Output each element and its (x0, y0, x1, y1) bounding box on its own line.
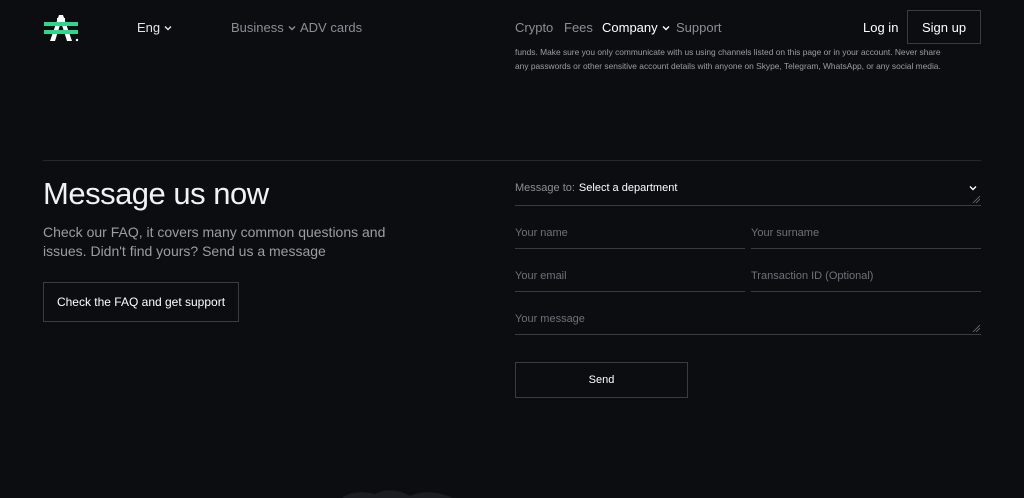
nav-business[interactable]: Business (231, 20, 296, 35)
nav-company-label: Company (602, 20, 658, 35)
nav-business-label: Business (231, 20, 284, 35)
email-input[interactable]: Your email (515, 270, 745, 292)
nav-support[interactable]: Support (676, 20, 722, 35)
nav-adv-cards[interactable]: ADV cards (300, 20, 362, 35)
signup-button[interactable]: Sign up (907, 10, 981, 44)
login-link[interactable]: Log in (863, 20, 898, 35)
department-value: Select a department (578, 182, 678, 194)
nav-support-label: Support (676, 20, 722, 35)
language-label: Eng (137, 20, 161, 35)
nav-fees-label: Fees (564, 20, 593, 35)
chevron-down-icon (662, 25, 670, 30)
page: Eng Business ADV cards Crypto Fees Compa… (0, 0, 1024, 498)
message-placeholder: Your message (515, 313, 585, 325)
nav-company[interactable]: Company (602, 20, 670, 35)
transaction-id-placeholder: Transaction ID (Optional) (751, 270, 874, 282)
send-button[interactable]: Send (515, 362, 688, 398)
nav-fees[interactable]: Fees (564, 20, 593, 35)
name-input[interactable]: Your name (515, 227, 745, 249)
nav-crypto-label: Crypto (515, 20, 554, 35)
security-warning: funds. Make sure you only communicate wi… (515, 49, 985, 77)
signup-label: Sign up (921, 19, 967, 35)
page-title: Message us now (43, 176, 269, 211)
department-label: Message to: (515, 182, 575, 194)
world-map-decoration (341, 490, 454, 498)
resize-handle-icon[interactable] (972, 324, 980, 332)
resize-handle-icon[interactable] (972, 195, 980, 203)
warning-line-2: any passwords or other sensitive account… (515, 61, 941, 71)
nav-adv-cards-label: ADV cards (300, 20, 363, 35)
faq-support-button[interactable]: Check the FAQ and get support (43, 282, 239, 322)
section-divider (43, 160, 981, 161)
warning-line-1: funds. Make sure you only communicate wi… (515, 49, 941, 57)
chevron-down-icon (164, 25, 172, 30)
surname-placeholder: Your surname (751, 227, 820, 239)
message-textarea[interactable]: Your message (515, 313, 981, 335)
chevron-down-icon (969, 186, 977, 191)
name-placeholder: Your name (515, 227, 568, 239)
send-label: Send (588, 374, 615, 386)
nav-crypto[interactable]: Crypto (515, 20, 553, 35)
department-select[interactable]: Message to: Select a department (515, 182, 981, 206)
chevron-down-icon (288, 25, 296, 30)
site-header: Eng Business ADV cards Crypto Fees Compa… (0, 0, 1024, 56)
faq-support-label: Check the FAQ and get support (56, 295, 226, 309)
transaction-id-input[interactable]: Transaction ID (Optional) (751, 270, 981, 292)
language-selector[interactable]: Eng (137, 20, 172, 35)
email-placeholder: Your email (515, 270, 567, 282)
surname-input[interactable]: Your surname (751, 227, 981, 249)
advcash-logo-icon[interactable] (42, 13, 80, 43)
contact-subtitle: Check our FAQ, it covers many common que… (43, 224, 386, 259)
